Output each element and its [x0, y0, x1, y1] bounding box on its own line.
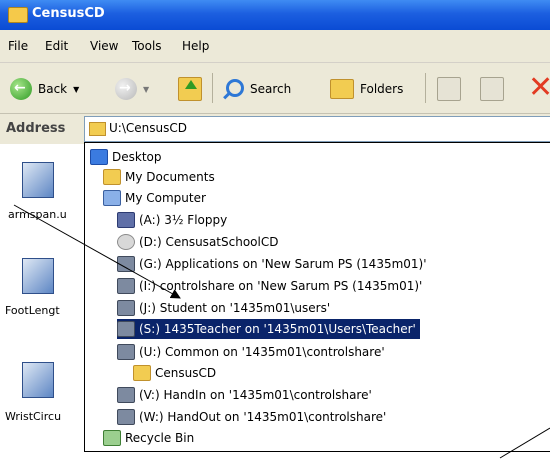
recycle-bin-icon [103, 430, 121, 446]
document-icon [22, 258, 54, 294]
back-label: Back [38, 82, 68, 96]
toolbar-separator [212, 73, 213, 103]
menu-help[interactable]: Help [182, 39, 209, 53]
dropdown-item-label: My Computer [125, 191, 206, 205]
network-drive-icon [117, 256, 135, 272]
address-label: Address [6, 121, 66, 136]
folders-button[interactable]: Folders [330, 76, 403, 102]
my-documents-icon [103, 169, 121, 185]
folders-icon [330, 79, 354, 99]
forward-button[interactable]: → ▼ [115, 76, 149, 102]
menu-file[interactable]: File [8, 39, 28, 53]
dropdown-item-drive-s[interactable]: (S:) 1435Teacher on '1435m01\Users\Teach… [117, 319, 420, 339]
network-drive-icon [117, 300, 135, 316]
back-dropdown-icon[interactable]: ▼ [73, 85, 79, 94]
up-button[interactable] [178, 76, 202, 102]
copy-to-button[interactable] [480, 76, 504, 102]
floppy-drive-icon [117, 212, 135, 228]
folders-label: Folders [360, 82, 404, 96]
move-to-icon [437, 77, 461, 101]
dropdown-item-drive-u[interactable]: (U:) Common on '1435m01\controlshare' [117, 342, 385, 362]
network-drive-icon [117, 278, 135, 294]
dropdown-item-label: (I:) controlshare on 'New Sarum PS (1435… [139, 279, 423, 293]
computer-icon [103, 190, 121, 206]
menu-view[interactable]: View [90, 39, 118, 53]
dropdown-item-drive-w[interactable]: (W:) HandOut on '1435m01\controlshare' [117, 407, 386, 427]
dropdown-item-my-computer[interactable]: My Computer [103, 188, 206, 208]
search-button[interactable]: Search [222, 76, 291, 102]
network-drive-icon [117, 387, 135, 403]
file-label: WristCircu [5, 410, 62, 423]
dropdown-item-recycle-bin[interactable]: Recycle Bin [103, 428, 194, 448]
dropdown-item-drive-j[interactable]: (J:) Student on '1435m01\users' [117, 298, 330, 318]
file-label: armspan.u [8, 208, 67, 221]
dropdown-item-label: (S:) 1435Teacher on '1435m01\Users\Teach… [139, 322, 416, 336]
dropdown-item-label: (V:) HandIn on '1435m01\controlshare' [139, 388, 372, 402]
dropdown-item-label: CensusCD [155, 366, 217, 380]
dropdown-item-label: (U:) Common on '1435m01\controlshare' [139, 345, 385, 359]
dropdown-item-label: Desktop [112, 150, 162, 164]
address-value: U:\CensusCD [109, 121, 187, 135]
dropdown-item-label: (D:) CensusatSchoolCD [139, 235, 279, 249]
delete-x-icon[interactable]: ✕ [528, 73, 550, 103]
dropdown-item-label: My Documents [125, 170, 215, 184]
forward-arrow-icon: → [115, 78, 137, 100]
dropdown-item-drive-g[interactable]: (G:) Applications on 'New Sarum PS (1435… [117, 254, 427, 274]
dropdown-item-label: Recycle Bin [125, 431, 195, 445]
dropdown-item-label: (G:) Applications on 'New Sarum PS (1435… [139, 257, 427, 271]
forward-dropdown-icon[interactable]: ▼ [143, 85, 149, 94]
network-drive-icon [117, 344, 135, 360]
folder-icon [133, 365, 151, 381]
move-to-button[interactable] [437, 76, 461, 102]
search-label: Search [250, 82, 292, 96]
network-drive-icon [117, 409, 135, 425]
menu-edit[interactable]: Edit [45, 39, 68, 53]
menu-bar: File Edit View Tools Help [0, 30, 550, 63]
dropdown-item-floppy[interactable]: (A:) 3½ Floppy [117, 210, 227, 230]
dropdown-item-label: (A:) 3½ Floppy [139, 213, 228, 227]
dropdown-item-label: (W:) HandOut on '1435m01\controlshare' [139, 410, 387, 424]
document-icon [22, 162, 54, 198]
dropdown-item-cd-drive[interactable]: (D:) CensusatSchoolCD [117, 232, 278, 252]
menu-tools[interactable]: Tools [132, 39, 162, 53]
dropdown-item-censuscd[interactable]: CensusCD [133, 363, 216, 383]
dropdown-item-label: (J:) Student on '1435m01\users' [139, 301, 331, 315]
address-dropdown: Desktop My Documents My Computer (A:) 3½… [84, 142, 550, 452]
dropdown-item-drive-v[interactable]: (V:) HandIn on '1435m01\controlshare' [117, 385, 372, 405]
dropdown-item-desktop[interactable]: Desktop [90, 147, 162, 167]
cd-drive-icon [117, 234, 135, 250]
toolbar: ← Back ▼ → ▼ Search Folders [0, 63, 550, 114]
dropdown-item-my-documents[interactable]: My Documents [103, 167, 215, 187]
folder-up-icon [178, 77, 202, 101]
file-label: FootLengt [5, 304, 60, 317]
folder-icon [8, 7, 28, 23]
desktop-icon [90, 149, 108, 165]
magnifier-icon [222, 78, 244, 100]
toolbar-separator [425, 73, 426, 103]
copy-to-icon [480, 77, 504, 101]
window-title: CensusCD [32, 6, 105, 21]
dropdown-item-drive-i[interactable]: (I:) controlshare on 'New Sarum PS (1435… [117, 276, 422, 296]
back-button[interactable]: ← Back ▼ [10, 76, 79, 102]
network-drive-icon [117, 321, 135, 337]
folder-icon [89, 122, 106, 136]
back-arrow-icon: ← [10, 78, 32, 100]
address-input[interactable]: U:\CensusCD [84, 116, 550, 142]
document-icon [22, 362, 54, 398]
title-bar: CensusCD [0, 0, 550, 30]
